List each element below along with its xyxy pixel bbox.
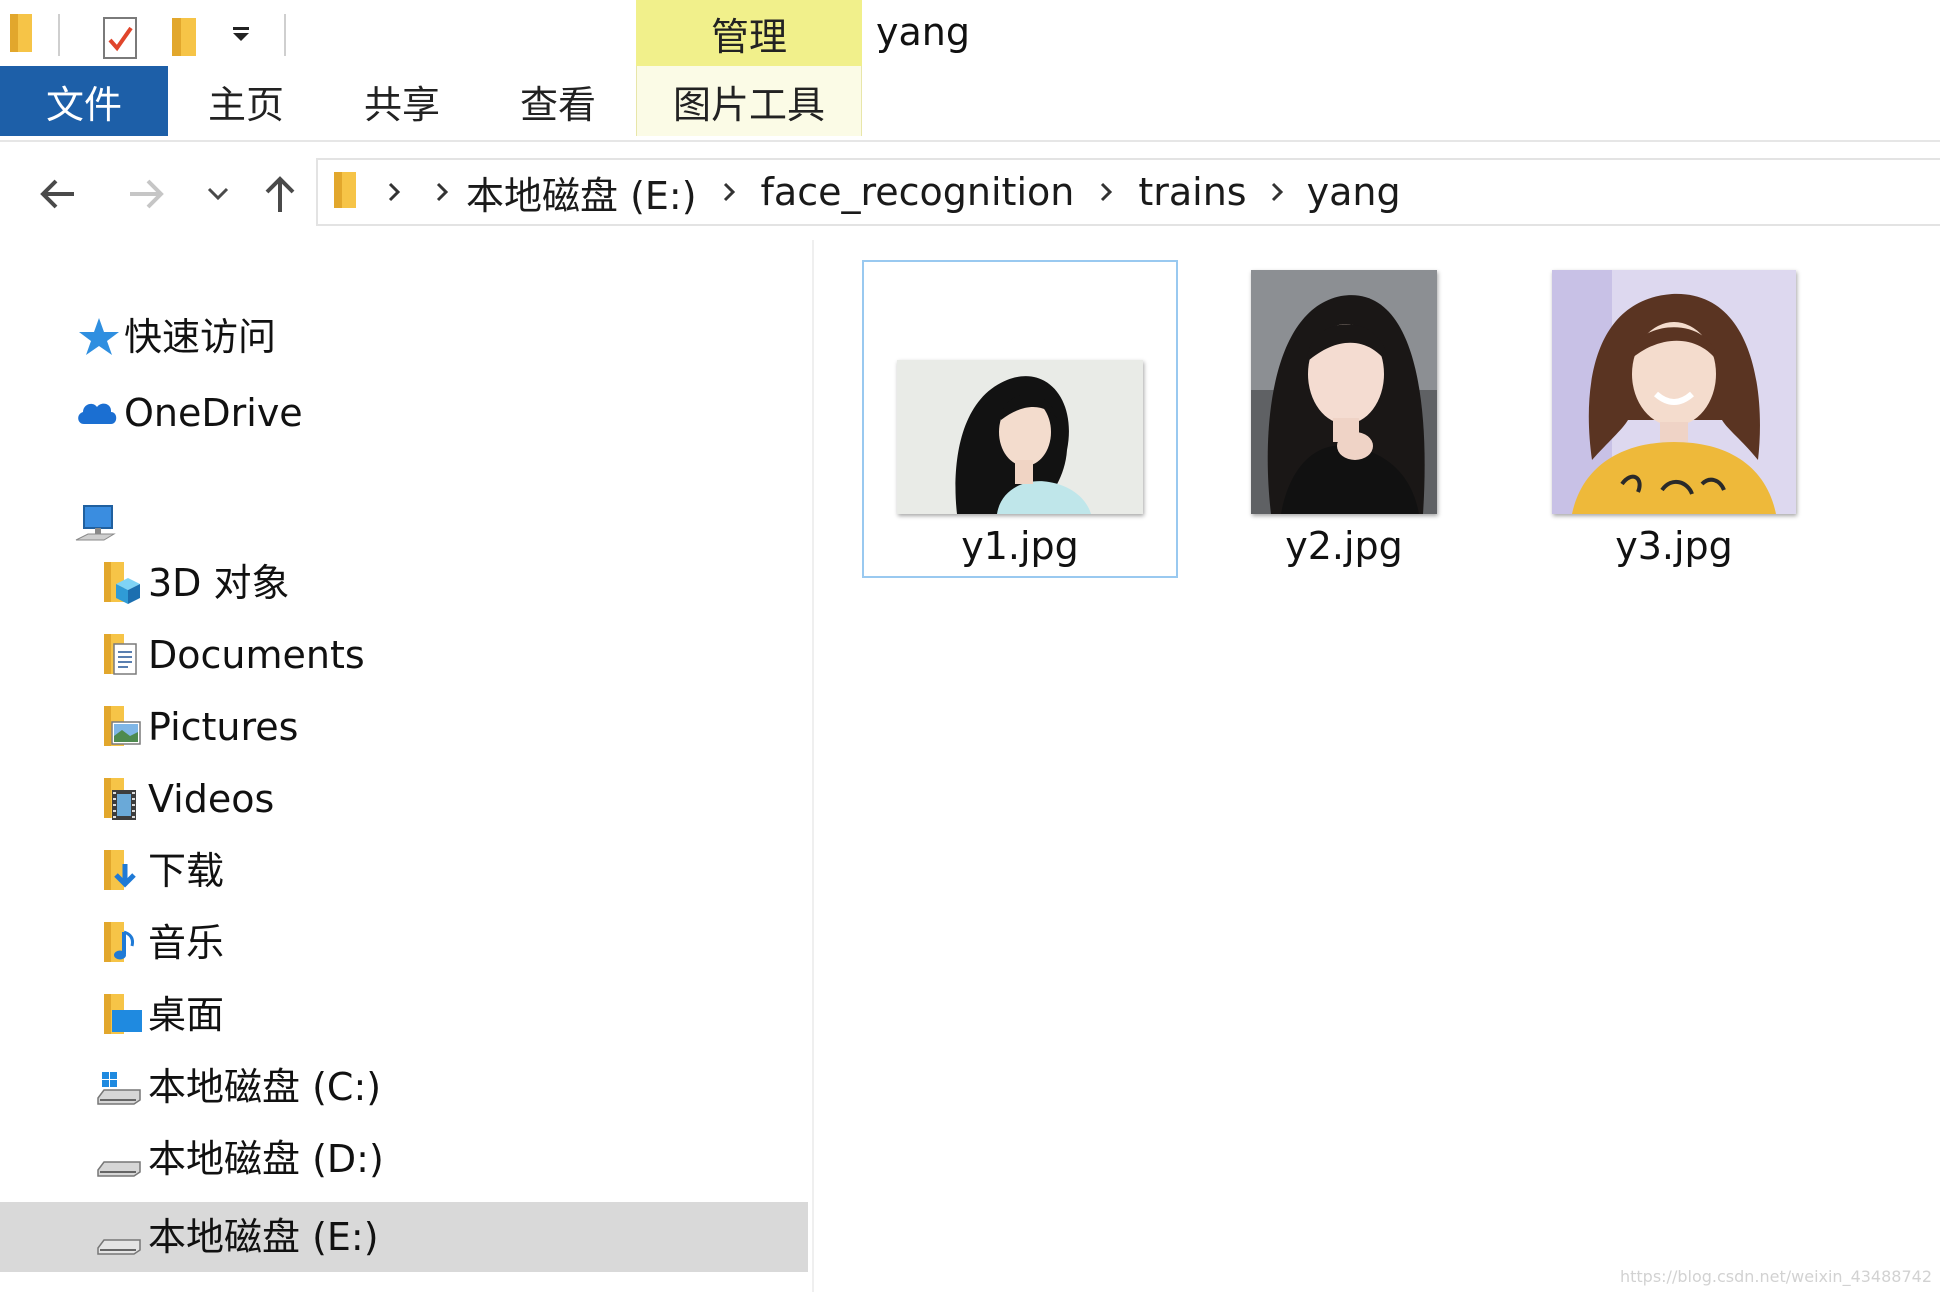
manage-tab[interactable]: 管理 (636, 0, 862, 66)
address-bar[interactable]: 本地磁盘 (E:) face_recognition trains yang (316, 158, 1940, 226)
image-thumbnail (1251, 270, 1437, 514)
music-icon (104, 922, 134, 962)
file-name: y1.jpg (961, 524, 1079, 568)
nav-drive-d[interactable]: 本地磁盘 (D:) (0, 1124, 808, 1194)
arrow-left-icon (40, 179, 74, 209)
nav-label: 本地磁盘 (D:) (148, 1137, 384, 1181)
image-thumbnail (897, 360, 1143, 514)
file-name: y2.jpg (1285, 524, 1403, 568)
folder-icon[interactable] (6, 12, 36, 58)
nav-videos[interactable]: Videos (0, 764, 808, 834)
file-name: y3.jpg (1615, 524, 1733, 568)
file-item-y3[interactable]: y3.jpg (1516, 260, 1832, 578)
system-drive-icon (97, 1072, 141, 1105)
nav-music[interactable]: 音乐 (0, 908, 808, 978)
chevron-down-icon (207, 187, 229, 201)
nav-label: Documents (148, 633, 365, 677)
nav-documents[interactable]: Documents (0, 620, 808, 690)
nav-label: 快速访问 (124, 315, 277, 359)
tab-share[interactable]: 共享 (324, 66, 480, 136)
arrow-up-icon (265, 176, 295, 212)
chevron-right-icon[interactable] (1257, 172, 1297, 212)
tab-picture-tools-label: 图片工具 (672, 82, 825, 127)
nav-downloads[interactable]: 下载 (0, 836, 808, 906)
folder-icon (330, 170, 360, 214)
ribbon-tabs: 文件 主页 共享 查看 图片工具 (0, 66, 1940, 142)
watermark: https://blog.csdn.net/weixin_43488742 (1619, 1267, 1932, 1286)
nav-label: 3D 对象 (148, 561, 290, 605)
downloads-icon (104, 850, 136, 890)
forward-button[interactable] (118, 166, 174, 222)
breadcrumb-yang[interactable]: yang (1307, 170, 1401, 214)
nav-label: OneDrive (124, 391, 303, 435)
title-bar: 管理 yang (0, 0, 1940, 66)
nav-3d-objects[interactable]: 3D 对象 (0, 548, 808, 618)
tab-home[interactable]: 主页 (168, 66, 324, 136)
star-icon (79, 318, 119, 355)
window-title: yang (876, 10, 970, 54)
pictures-icon (104, 706, 141, 746)
nav-drive-e[interactable]: 本地磁盘 (E:) (0, 1202, 808, 1272)
chevron-right-icon[interactable] (374, 172, 414, 212)
tab-home-label: 主页 (207, 82, 284, 127)
nav-label: 下载 (148, 849, 225, 893)
tab-file-label: 文件 (45, 82, 122, 127)
navigation-pane: 快速访问 OneDrive 3D 对象 Documents Pictures V… (0, 240, 812, 1292)
nav-label: 桌面 (148, 993, 225, 1037)
new-folder-icon[interactable] (168, 14, 200, 62)
cloud-icon (78, 403, 117, 424)
tab-share-label: 共享 (363, 82, 440, 127)
back-button[interactable] (30, 166, 86, 222)
tab-file[interactable]: 文件 (0, 66, 168, 136)
nav-label: Pictures (148, 705, 299, 749)
breadcrumb-trains[interactable]: trains (1138, 170, 1246, 214)
chevron-right-icon[interactable] (709, 172, 749, 212)
image-thumbnail (1552, 270, 1796, 514)
toolbar-separator (58, 14, 60, 56)
desktop-icon (104, 994, 142, 1034)
breadcrumb-drive-e[interactable]: 本地磁盘 (E:) (466, 165, 697, 220)
tab-picture-tools[interactable]: 图片工具 (636, 66, 862, 136)
customize-dropdown-icon[interactable] (228, 20, 254, 50)
videos-icon (104, 778, 136, 820)
properties-icon[interactable] (100, 16, 140, 64)
manage-tab-label: 管理 (710, 14, 787, 59)
recent-locations-button[interactable] (190, 166, 246, 222)
nav-desktop[interactable]: 桌面 (0, 980, 808, 1050)
chevron-right-icon[interactable] (422, 172, 462, 212)
tab-view[interactable]: 查看 (480, 66, 636, 136)
nav-onedrive[interactable]: OneDrive (0, 378, 808, 448)
up-button[interactable] (252, 166, 308, 222)
chevron-right-icon[interactable] (1086, 172, 1126, 212)
nav-label: 本地磁盘 (E:) (148, 1215, 379, 1259)
drive-icon (97, 1239, 141, 1255)
nav-label: Videos (148, 777, 275, 821)
nav-quick-access[interactable]: 快速访问 (0, 302, 808, 372)
nav-label: 音乐 (148, 921, 225, 965)
computer-icon (75, 505, 116, 541)
file-item-y2[interactable]: y2.jpg (1186, 260, 1502, 578)
drive-icon (97, 1161, 141, 1177)
documents-icon (104, 634, 137, 675)
file-list: y1.jpg y2.jpg y3.jpg https://blog.csdn.n… (814, 240, 1940, 1292)
tab-view-label: 查看 (519, 82, 596, 127)
nav-label: 本地磁盘 (C:) (148, 1065, 382, 1109)
navigation-bar: 本地磁盘 (E:) face_recognition trains yang (0, 144, 1940, 240)
toolbar-separator (284, 14, 286, 56)
arrow-right-icon (130, 179, 164, 209)
nav-pictures[interactable]: Pictures (0, 692, 808, 762)
3d-objects-icon (104, 562, 140, 604)
breadcrumb-face-recognition[interactable]: face_recognition (761, 170, 1075, 214)
nav-drive-c[interactable]: 本地磁盘 (C:) (0, 1052, 808, 1122)
file-item-y1[interactable]: y1.jpg (862, 260, 1178, 578)
